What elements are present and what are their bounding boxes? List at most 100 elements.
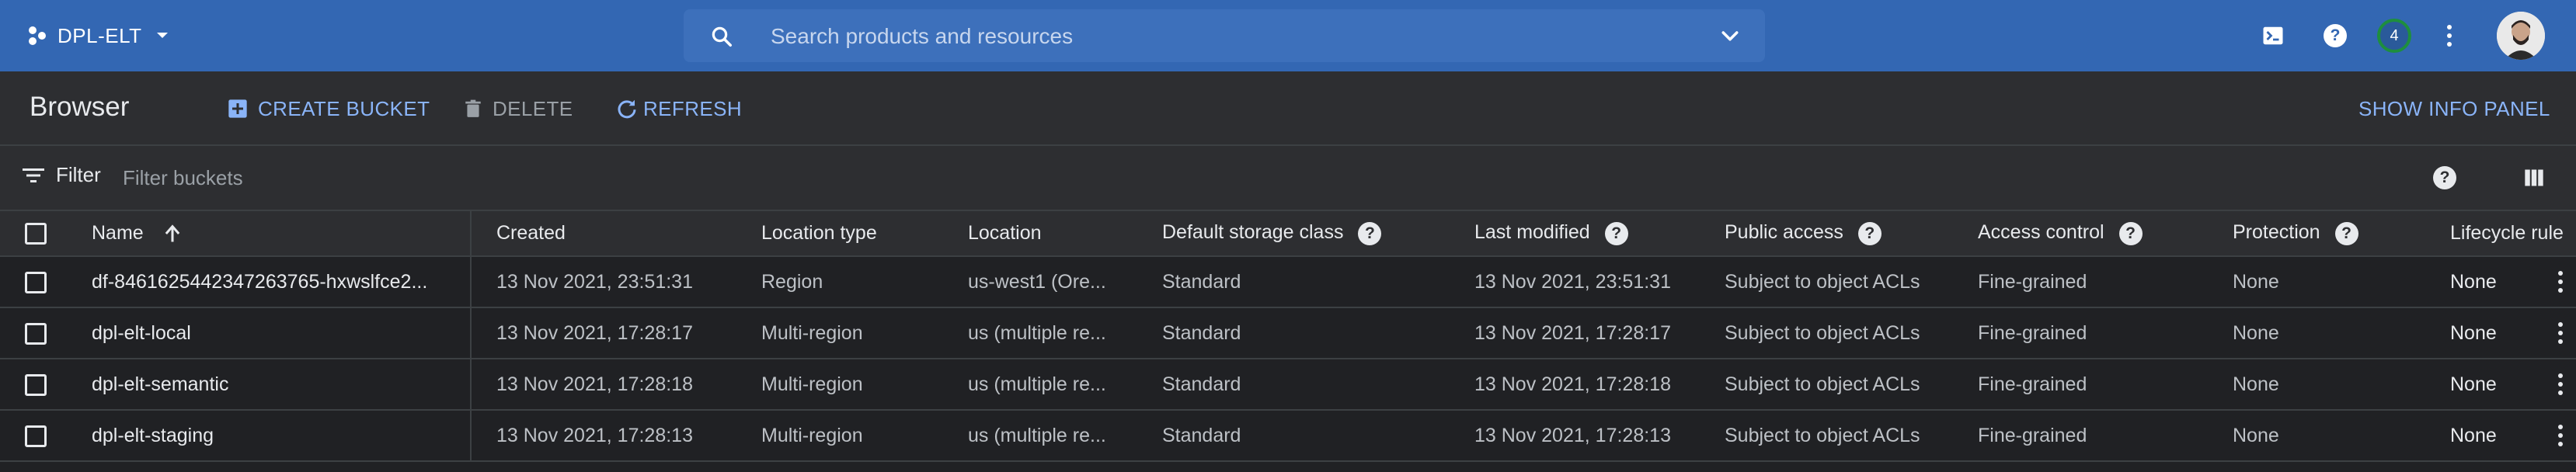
created-cell: 13 Nov 2021, 17:28:18	[496, 373, 693, 395]
create-bucket-button[interactable]: CREATE BUCKET	[227, 92, 430, 126]
row-more-vert-icon[interactable]	[2545, 425, 2576, 446]
refresh-button[interactable]: REFRESH	[615, 92, 742, 126]
storage-class-cell: Standard	[1162, 321, 1241, 344]
cloud-shell-button[interactable]	[2253, 0, 2293, 71]
column-display-options-button[interactable]	[2523, 167, 2545, 193]
more-vert-icon	[2447, 25, 2452, 47]
column-header-name[interactable]: Name	[67, 211, 472, 257]
filter-label: Filter	[56, 163, 101, 186]
select-all-cell	[0, 211, 67, 257]
search-icon	[712, 26, 732, 47]
show-info-panel-label: SHOW INFO PANEL	[2358, 96, 2550, 120]
notifications-button[interactable]: 4	[2377, 0, 2411, 71]
table-row[interactable]: dpl-elt-semantic 13 Nov 2021, 17:28:18 M…	[0, 359, 2576, 410]
help-icon[interactable]: ?	[2334, 221, 2358, 245]
table-row[interactable]: dpl-elt-staging 13 Nov 2021, 17:28:13 Mu…	[0, 410, 2576, 461]
location-cell: us-west1 (Ore...	[968, 270, 1106, 293]
column-header-access-control[interactable]: Access control ?	[1962, 211, 2217, 257]
bucket-name-link[interactable]: dpl-elt-local	[67, 307, 472, 359]
page-title: Browser	[30, 92, 130, 122]
row-actions-cell	[2545, 359, 2576, 410]
column-created-label: Created	[496, 222, 566, 244]
location-type-cell: Multi-region	[761, 321, 863, 344]
row-more-vert-icon[interactable]	[2545, 373, 2576, 395]
create-bucket-label: CREATE BUCKET	[258, 96, 430, 120]
notification-count-badge: 4	[2377, 19, 2411, 53]
filter-button[interactable]: Filter	[22, 163, 101, 187]
column-header-public-access[interactable]: Public access ?	[1709, 211, 1962, 257]
location-cell: us (multiple re...	[968, 321, 1106, 344]
column-name-label: Name	[92, 221, 144, 244]
row-checkbox[interactable]	[25, 425, 47, 447]
avatar	[2497, 12, 2545, 60]
refresh-icon	[618, 99, 636, 119]
chevron-down-icon	[156, 33, 168, 38]
help-icon[interactable]: ?	[1604, 221, 1628, 245]
created-cell: 13 Nov 2021, 23:51:31	[496, 270, 693, 293]
row-more-vert-icon[interactable]	[2545, 322, 2576, 344]
help-icon[interactable]: ?	[1358, 221, 1382, 245]
protection-cell: None	[2233, 270, 2279, 293]
access-control-cell: Fine-grained	[1978, 321, 2087, 344]
column-access-control-label: Access control	[1978, 221, 2104, 244]
last-modified-cell: 13 Nov 2021, 17:28:13	[1474, 424, 1671, 446]
top-app-bar: DPL-ELT ? 4	[0, 0, 2576, 71]
filter-list-icon	[23, 168, 44, 182]
more-options-button[interactable]	[2447, 0, 2452, 71]
access-control-cell: Fine-grained	[1978, 270, 2087, 293]
column-location-type-label: Location type	[761, 222, 877, 244]
row-select-cell	[0, 307, 67, 359]
column-header-last-modified[interactable]: Last modified ?	[1459, 211, 1709, 257]
table-help-button[interactable]: ?	[2433, 166, 2456, 189]
protection-cell: None	[2233, 321, 2279, 344]
storage-class-cell: Standard	[1162, 373, 1241, 395]
column-storage-class-label: Default storage class	[1162, 221, 1344, 244]
search-input[interactable]	[769, 17, 1611, 56]
column-protection-label: Protection	[2233, 221, 2320, 244]
bucket-name-link[interactable]: df-8461625442347263765-hxwslfce2...	[67, 256, 472, 307]
public-access-cell: Subject to object ACLs	[1725, 270, 1920, 293]
row-checkbox[interactable]	[25, 322, 47, 345]
storage-class-cell: Standard	[1162, 424, 1241, 446]
row-checkbox[interactable]	[25, 271, 47, 293]
column-public-access-label: Public access	[1725, 221, 1843, 244]
row-actions-cell	[2545, 410, 2576, 461]
table-row[interactable]: dpl-elt-local 13 Nov 2021, 17:28:17 Mult…	[0, 307, 2576, 359]
column-header-lifecycle[interactable]: Lifecycle rule	[2435, 211, 2576, 257]
table-row[interactable]: df-8461625442347263765-hxwslfce2... 13 N…	[0, 256, 2576, 307]
row-more-vert-icon[interactable]	[2545, 271, 2576, 293]
column-header-created[interactable]: Created	[471, 211, 746, 257]
bucket-name-link[interactable]: dpl-elt-semantic	[67, 359, 472, 410]
column-header-location[interactable]: Location	[952, 211, 1147, 257]
view-column-icon	[2525, 169, 2543, 186]
public-access-cell: Subject to object ACLs	[1725, 321, 1920, 344]
access-control-cell: Fine-grained	[1978, 424, 2087, 446]
add-box-icon	[228, 99, 247, 118]
column-header-storage-class[interactable]: Default storage class ?	[1147, 211, 1459, 257]
delete-button[interactable]: DELETE	[463, 92, 573, 126]
show-info-panel-button[interactable]: SHOW INFO PANEL	[2358, 92, 2550, 126]
last-modified-cell: 13 Nov 2021, 23:51:31	[1474, 270, 1671, 293]
column-header-location-type[interactable]: Location type	[746, 211, 952, 257]
bucket-name-link[interactable]: dpl-elt-staging	[67, 410, 472, 461]
column-last-modified-label: Last modified	[1474, 221, 1590, 244]
protection-cell: None	[2233, 373, 2279, 395]
filter-buckets-input[interactable]	[121, 161, 746, 194]
column-header-protection[interactable]: Protection ?	[2217, 211, 2435, 257]
project-selector[interactable]: DPL-ELT	[26, 0, 172, 71]
select-all-checkbox[interactable]	[25, 223, 47, 245]
help-icon[interactable]: ?	[2118, 221, 2143, 245]
row-actions-cell	[2545, 256, 2576, 307]
protection-cell: None	[2233, 424, 2279, 446]
search-expand-chevron-icon[interactable]	[1718, 25, 1742, 48]
row-checkbox[interactable]	[25, 373, 47, 396]
page-toolbar: Browser CREATE BUCKET DELETE REFRESH SHO…	[0, 71, 2576, 146]
filter-bar: Filter ?	[0, 146, 2576, 211]
row-actions-cell	[2545, 307, 2576, 359]
help-icon[interactable]: ?	[1857, 221, 1882, 245]
help-button[interactable]: ?	[2315, 0, 2355, 71]
row-select-cell	[0, 256, 67, 307]
project-name: DPL-ELT	[57, 23, 142, 47]
account-button[interactable]	[2497, 0, 2545, 71]
search-bar[interactable]	[684, 9, 1765, 62]
